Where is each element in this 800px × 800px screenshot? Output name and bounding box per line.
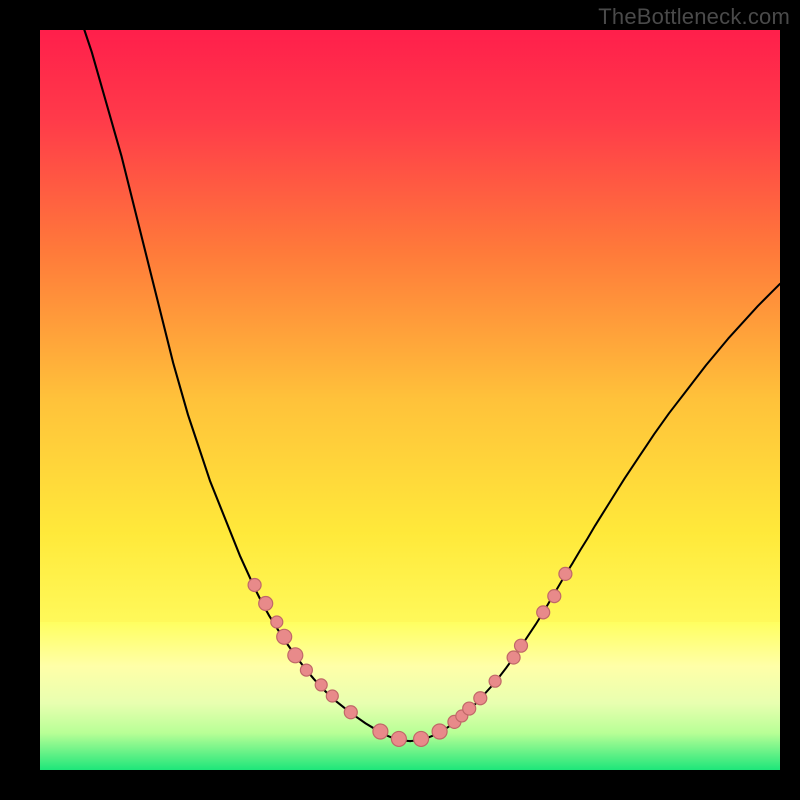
marker-dot [326,690,338,702]
plot-svg [40,30,780,770]
marker-dot [288,648,303,663]
chart-frame: TheBottleneck.com [0,0,800,800]
marker-dot [271,616,283,628]
marker-dot [489,675,501,687]
marker-dot [277,629,292,644]
marker-dot [344,706,357,719]
marker-dot [559,567,572,580]
marker-dot [373,724,388,739]
marker-dot [432,724,447,739]
marker-dot [507,651,520,664]
marker-dot [548,590,561,603]
marker-dot [259,597,273,611]
marker-dot [463,702,476,715]
marker-dot [300,664,312,676]
marker-dot [248,579,261,592]
plot-area [40,30,780,770]
watermark: TheBottleneck.com [598,4,790,30]
bottom-band [40,622,780,770]
marker-dot [537,606,550,619]
marker-dot [515,639,528,652]
marker-dot [391,731,406,746]
marker-dot [474,692,487,705]
marker-dot [315,679,327,691]
marker-dot [414,731,429,746]
